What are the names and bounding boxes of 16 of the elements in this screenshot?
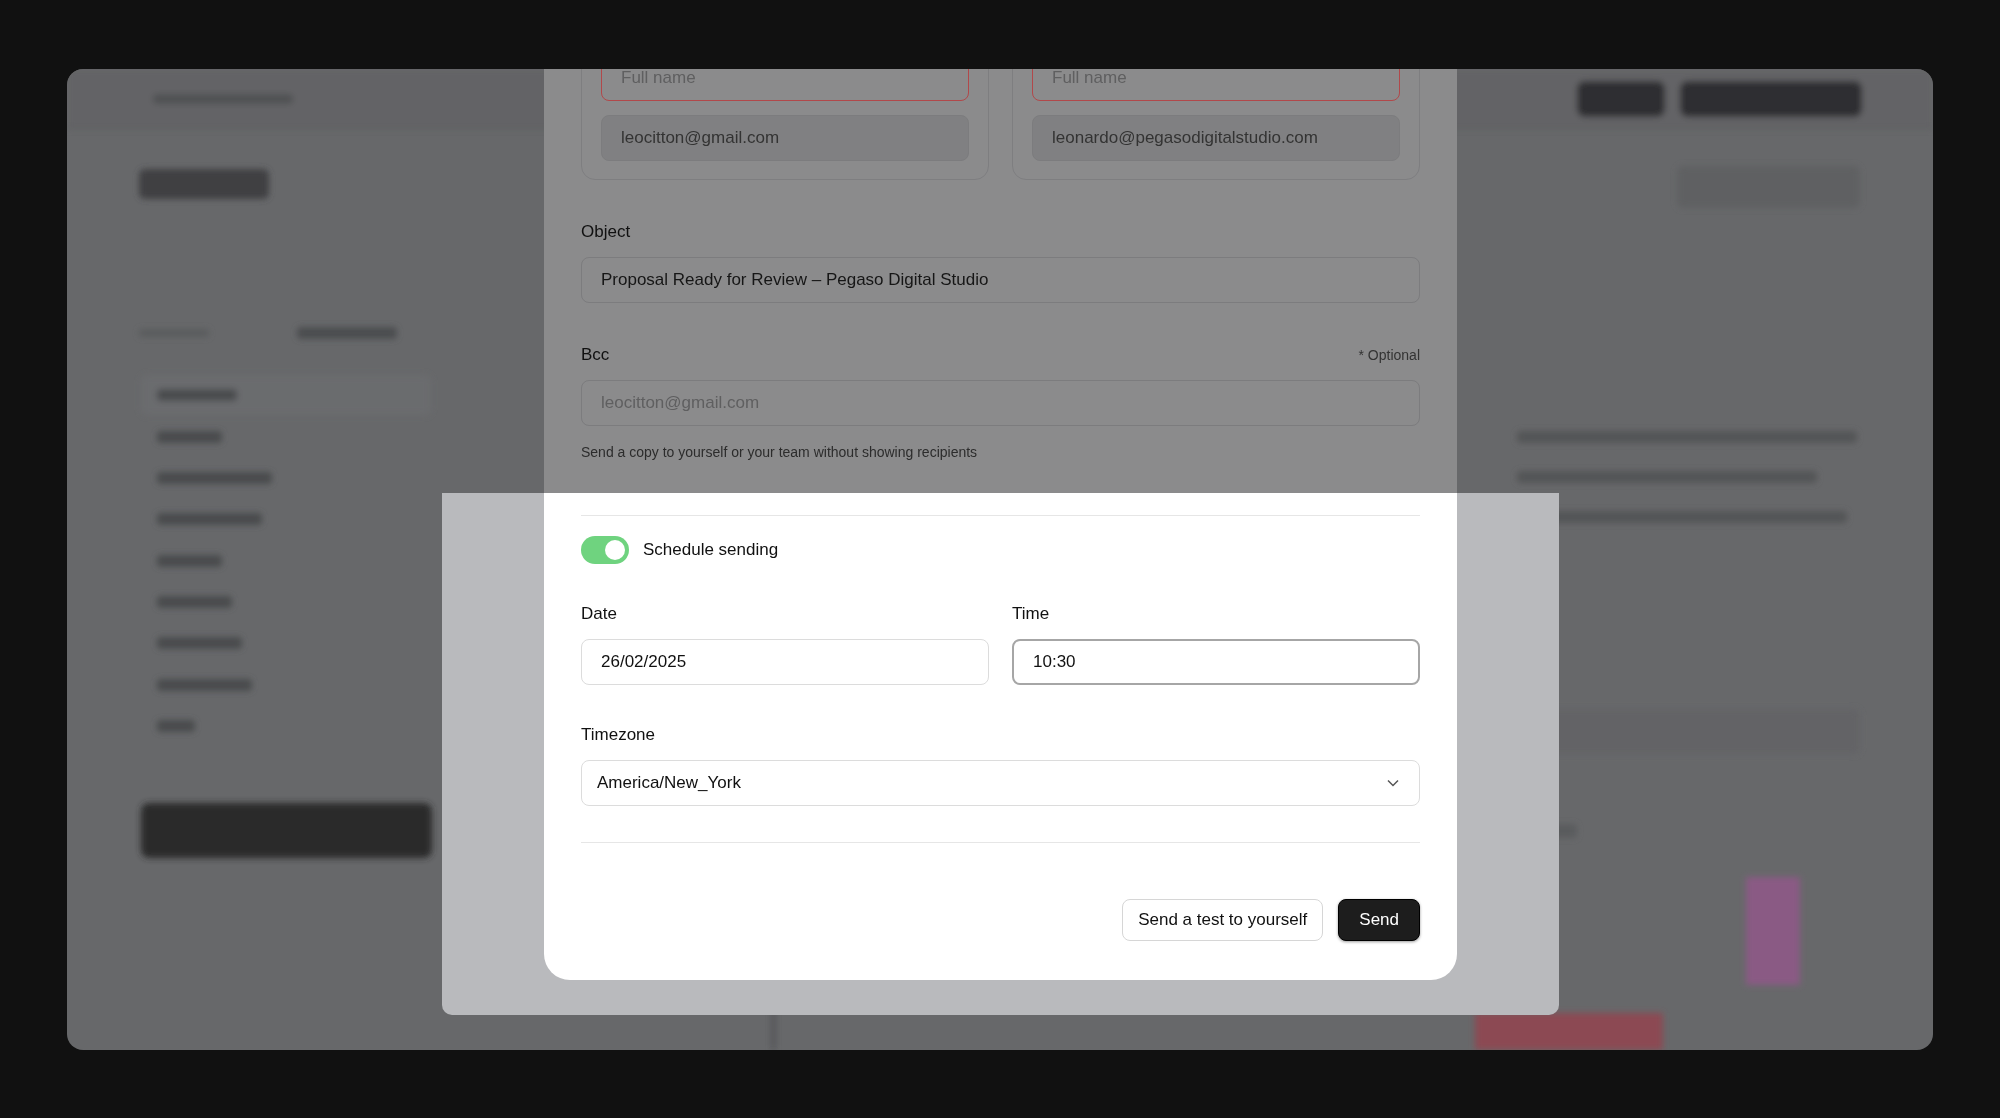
time-field[interactable]: 10:30: [1012, 639, 1420, 685]
hint-text: Send a copy to yourself or your team without showing recipients: [581, 444, 979, 460]
date-field[interactable]: 26/02/2025: [581, 639, 989, 685]
toggle-switch[interactable]: [581, 536, 629, 564]
toggle-label: Schedule sending: [643, 540, 779, 560]
optional-note: * Optional: [1358, 347, 1420, 363]
field-label: Date: [581, 604, 618, 624]
field-label: Object: [581, 222, 632, 242]
send-button[interactable]: Send: [1338, 899, 1420, 941]
test-send-button[interactable]: Send a test to yourself: [1122, 899, 1324, 941]
field-label: Timezone: [581, 725, 656, 745]
chevron-down-icon: [1387, 779, 1399, 787]
object-field[interactable]: Proposal Ready for Review – Pegaso Digital Studio: [581, 257, 1420, 303]
field-label: Time: [1012, 604, 1051, 624]
field-label: Bcc: [581, 345, 610, 365]
timezone-select[interactable]: America/New_York: [581, 760, 1420, 806]
